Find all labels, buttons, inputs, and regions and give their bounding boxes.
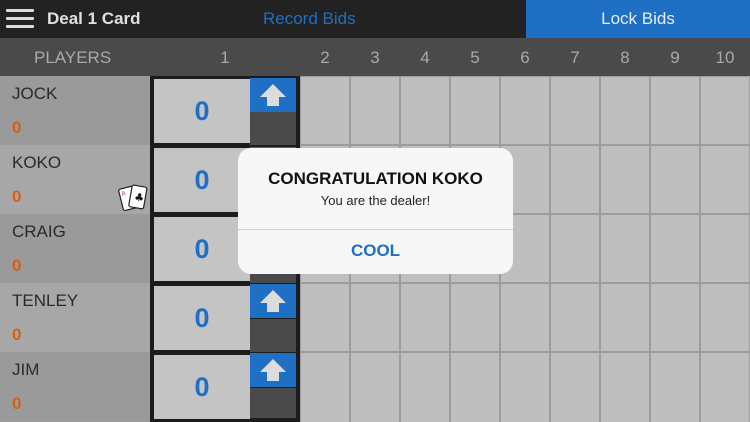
grid-cell[interactable]: [701, 77, 749, 144]
player-name: JIM: [12, 360, 40, 379]
alert-message: You are the dealer!: [320, 193, 431, 208]
grid-cell[interactable]: [551, 353, 599, 422]
player-score: 0: [12, 325, 22, 344]
grid-cell[interactable]: [601, 284, 649, 351]
bid-cell[interactable]: 0: [154, 355, 250, 419]
grid-cell[interactable]: [401, 77, 449, 144]
grid-cell[interactable]: [401, 284, 449, 351]
round-header-6: 6: [520, 48, 530, 67]
dealer-alert: CONGRATULATION KOKO You are the dealer! …: [238, 148, 513, 274]
alert-title: CONGRATULATION KOKO: [268, 169, 483, 188]
grid-cell[interactable]: [701, 353, 749, 422]
hamburger-menu-icon[interactable]: [6, 9, 34, 29]
grid-cell[interactable]: [451, 284, 499, 351]
player-row: JIM 0: [0, 352, 150, 421]
up-arrow-icon: [260, 84, 286, 106]
round-header-8: 8: [620, 48, 630, 67]
player-score: 0: [12, 256, 22, 275]
player-name: CRAIG: [12, 222, 66, 241]
player-row: TENLEY 0: [0, 283, 150, 352]
grid-cell[interactable]: [501, 353, 549, 422]
lock-bids-button[interactable]: Lock Bids: [526, 0, 750, 38]
grid-cell[interactable]: [401, 353, 449, 422]
grid-cell[interactable]: [451, 77, 499, 144]
round-header-5: 5: [470, 48, 480, 67]
grid-cell[interactable]: [551, 284, 599, 351]
round-header-9: 9: [670, 48, 680, 67]
bid-arrow-track: [250, 319, 296, 352]
grid-cell[interactable]: [351, 353, 399, 422]
deal-title: Deal 1 Card: [47, 9, 141, 28]
player-score: 0: [12, 118, 22, 137]
player-name: TENLEY: [12, 291, 79, 310]
player-row: JOCK 0: [0, 76, 150, 145]
grid-cell[interactable]: [301, 77, 349, 144]
round-header: PLAYERS 1 2 3 4 5 6 7 8 9 10: [0, 38, 750, 76]
bid-up-button[interactable]: [250, 353, 296, 387]
grid-cell[interactable]: [651, 353, 699, 422]
up-arrow-icon: [260, 290, 286, 312]
grid-cell[interactable]: [701, 215, 749, 282]
record-bids-button[interactable]: Record Bids: [263, 9, 356, 29]
bid-cell[interactable]: 0: [154, 79, 250, 143]
top-bar: Deal 1 Card Record Bids Lock Bids: [0, 0, 750, 38]
grid-cell[interactable]: [301, 353, 349, 422]
player-row: CRAIG 0: [0, 214, 150, 283]
grid-cell[interactable]: [351, 284, 399, 351]
grid-cell[interactable]: [651, 77, 699, 144]
player-score: 0: [12, 187, 22, 206]
grid-cell[interactable]: [551, 77, 599, 144]
bid-up-button[interactable]: [250, 284, 296, 318]
grid-cell[interactable]: [701, 146, 749, 213]
grid-cell[interactable]: [451, 353, 499, 422]
grid-cell[interactable]: [651, 284, 699, 351]
bid-value: 0: [194, 165, 210, 195]
cool-button[interactable]: COOL: [238, 230, 513, 274]
player-name: JOCK: [12, 84, 58, 103]
grid-cell[interactable]: [351, 77, 399, 144]
round-header-7: 7: [570, 48, 580, 67]
bid-up-button[interactable]: [250, 78, 296, 112]
grid-cell[interactable]: [701, 284, 749, 351]
bid-value: 0: [194, 372, 210, 402]
players-label: PLAYERS: [34, 48, 112, 67]
grid-cell[interactable]: [301, 284, 349, 351]
grid-cell[interactable]: [551, 146, 599, 213]
grid-cell[interactable]: [601, 77, 649, 144]
bid-arrow-track: [250, 388, 296, 418]
bid-value: 0: [194, 96, 210, 126]
bid-arrow-track: [250, 112, 296, 145]
grid-cell[interactable]: [501, 284, 549, 351]
bid-cell[interactable]: 0: [154, 217, 250, 281]
grid-cell[interactable]: [551, 215, 599, 282]
player-score: 0: [12, 394, 22, 413]
grid-cell[interactable]: [651, 215, 699, 282]
round-header-10: 10: [715, 48, 735, 67]
dealer-cards-icon: A ♣: [118, 184, 148, 212]
up-arrow-icon: [260, 359, 286, 381]
grid-cell[interactable]: [501, 77, 549, 144]
bid-value: 0: [194, 234, 210, 264]
round-header-3: 3: [370, 48, 380, 67]
player-row: KOKO 0 A ♣: [0, 145, 150, 214]
grid-cell[interactable]: [601, 215, 649, 282]
bid-cell[interactable]: 0: [154, 148, 250, 212]
bid-value: 0: [194, 303, 210, 333]
round-header-1: 1: [220, 48, 230, 67]
round-header-4: 4: [420, 48, 430, 67]
round-header-2: 2: [320, 48, 330, 67]
grid-cell[interactable]: [601, 353, 649, 422]
bid-cell[interactable]: 0: [154, 286, 250, 350]
player-name: KOKO: [12, 153, 62, 172]
grid-cell[interactable]: [651, 146, 699, 213]
grid-cell[interactable]: [601, 146, 649, 213]
